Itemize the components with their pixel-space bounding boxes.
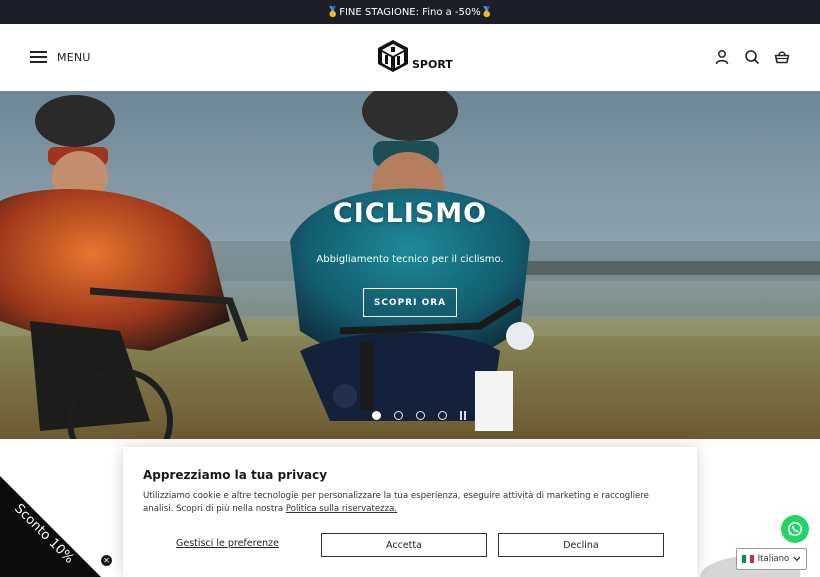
announcement-text: 🥇FINE STAGIONE: Fino a -50%🥇 (326, 6, 494, 18)
decline-button[interactable]: Declina (498, 533, 664, 557)
chevron-down-icon (793, 556, 801, 562)
discount-badge[interactable]: Sconto 10% (0, 476, 115, 577)
site-logo[interactable]: SPORT (377, 39, 453, 73)
pause-icon[interactable] (460, 411, 468, 420)
cookie-title: Apprezziamo la tua privacy (143, 468, 328, 482)
privacy-policy-link[interactable]: Politica sulla riservatezza. (286, 504, 397, 514)
accept-button[interactable]: Accetta (321, 533, 487, 557)
hero-subtitle: Abbigliamento tecnico per il ciclismo. (316, 254, 504, 265)
hero-slideshow[interactable]: CICLISMO Abbigliamento tecnico per il ci… (0, 91, 820, 439)
slide-dot-4[interactable] (438, 411, 447, 420)
whatsapp-button[interactable] (781, 515, 809, 543)
slide-dot-3[interactable] (416, 411, 425, 420)
cart-icon[interactable] (774, 49, 790, 65)
hero-image (0, 91, 820, 439)
slide-dots (372, 411, 468, 420)
close-icon[interactable]: ✕ (100, 554, 113, 567)
italy-flag-icon (742, 555, 754, 563)
cookie-text: Utilizziamo cookie e altre tecnologie pe… (143, 490, 678, 516)
menu-label: MENU (57, 50, 91, 64)
manage-preferences-link[interactable]: Gestisci le preferenze (176, 538, 279, 549)
hamburger-icon (30, 48, 47, 66)
cookie-banner: Apprezziamo la tua privacy Utilizziamo c… (123, 447, 697, 577)
discount-ribbon: Sconto 10% (0, 476, 101, 577)
slide-dot-1[interactable] (372, 411, 381, 420)
announcement-bar: 🥇FINE STAGIONE: Fino a -50%🥇 (0, 0, 820, 24)
language-label: Italiano (757, 554, 790, 564)
search-icon[interactable] (744, 49, 760, 65)
logo-cube-icon (378, 40, 408, 72)
slide-dot-2[interactable] (394, 411, 403, 420)
menu-button[interactable]: MENU (30, 48, 91, 66)
whatsapp-icon (788, 522, 802, 536)
site-header: MENU SPORT (0, 24, 820, 91)
language-selector[interactable]: Italiano (736, 548, 807, 570)
hero-title: CICLISMO (332, 198, 488, 229)
account-icon[interactable] (714, 49, 730, 65)
shop-now-button[interactable]: SCOPRI ORA (363, 288, 457, 317)
logo-text: SPORT (412, 58, 453, 71)
